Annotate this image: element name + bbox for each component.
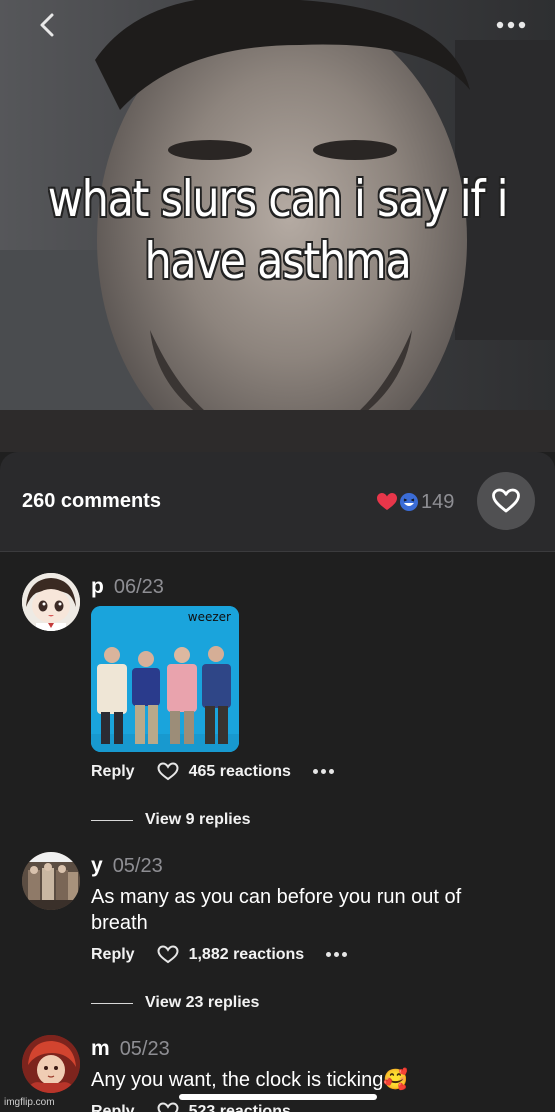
- comment-actions: Reply 465 reactions: [91, 762, 336, 781]
- heart-outline-icon: [157, 945, 179, 964]
- comment-text: Any you want, the clock is ticking🥰: [91, 1069, 409, 1091]
- avatar-image: [22, 852, 80, 910]
- reaction-summary[interactable]: 149: [376, 489, 454, 515]
- post-image[interactable]: what slurs can i say if i have asthma: [0, 0, 555, 452]
- avatar[interactable]: [22, 1035, 80, 1093]
- comment-username[interactable]: m: [91, 1037, 110, 1061]
- reaction-count-label: 523 reactions: [188, 1102, 291, 1112]
- comment-text: As many as you can before you run out of…: [91, 886, 462, 934]
- avatar-image: [22, 573, 80, 631]
- react-button[interactable]: 1,882 reactions: [157, 945, 305, 964]
- reaction-count-label: 1,882 reactions: [188, 945, 305, 963]
- comments-header: 260 comments 149: [0, 452, 555, 552]
- comment-list: p 06/23 weezer Reply 465 reactions View …: [0, 553, 555, 1112]
- screen: what slurs can i say if i have asthma 26…: [0, 0, 555, 1112]
- watermark: imgflip.com: [4, 1097, 55, 1108]
- react-button[interactable]: 523 reactions: [157, 1102, 291, 1112]
- reply-button[interactable]: Reply: [91, 946, 135, 964]
- view-replies-button[interactable]: View 23 replies: [91, 994, 259, 1012]
- heart-outline-icon: [157, 762, 179, 781]
- divider-line: [91, 819, 133, 821]
- reaction-count-label: 465 reactions: [188, 762, 291, 780]
- comment-actions: Reply 523 reactions: [91, 1102, 311, 1112]
- reply-button[interactable]: Reply: [91, 763, 135, 781]
- reply-button[interactable]: Reply: [91, 1103, 135, 1112]
- comments-count: 260 comments: [22, 490, 161, 512]
- avatar[interactable]: [22, 852, 80, 910]
- view-replies-label: View 9 replies: [145, 811, 251, 828]
- avatar[interactable]: [22, 573, 80, 631]
- comment-actions: Reply 1,882 reactions: [91, 945, 349, 964]
- heart-icon: [377, 493, 397, 510]
- more-horizontal-icon: [496, 21, 526, 29]
- react-button[interactable]: 465 reactions: [157, 762, 291, 781]
- comment-date: 05/23: [112, 855, 163, 877]
- avatar-image: [22, 1035, 80, 1093]
- comment-header: m 05/23: [91, 1037, 170, 1061]
- view-replies-label: View 23 replies: [145, 994, 260, 1011]
- more-options-button[interactable]: [491, 10, 531, 40]
- heart-outline-icon: [157, 1102, 179, 1112]
- comment-header: p 06/23: [91, 575, 164, 599]
- comment-username[interactable]: p: [91, 575, 104, 599]
- comment-header: y 05/23: [91, 854, 163, 878]
- heart-outline-icon: [492, 488, 520, 513]
- album-band-name: weezer: [187, 610, 231, 624]
- comment-date: 06/23: [113, 576, 164, 598]
- comment-username[interactable]: y: [91, 854, 103, 878]
- comment-image[interactable]: weezer: [91, 606, 239, 752]
- home-indicator[interactable]: [179, 1094, 377, 1100]
- reaction-count: 149: [421, 490, 455, 513]
- react-heart-button[interactable]: [477, 472, 535, 530]
- comment-more-button[interactable]: [324, 948, 349, 961]
- back-chevron-icon: [40, 13, 54, 37]
- comment-date: 05/23: [119, 1038, 170, 1060]
- view-replies-button[interactable]: View 9 replies: [91, 811, 251, 829]
- comment-more-button[interactable]: [311, 765, 336, 778]
- back-button[interactable]: [30, 8, 64, 42]
- divider-line: [91, 1002, 133, 1004]
- post-caption: what slurs can i say if i have asthma: [47, 170, 509, 290]
- album-art: [91, 606, 239, 752]
- laughing-face-icon: [400, 493, 418, 511]
